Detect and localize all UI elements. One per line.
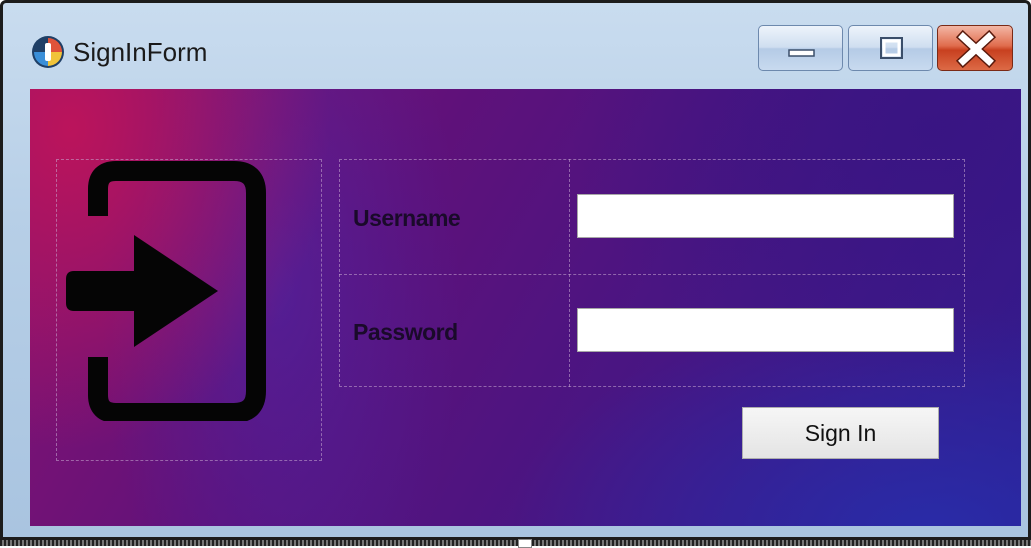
window-bottom-edge <box>0 540 1031 546</box>
maximize-icon <box>880 37 903 59</box>
sign-in-icon <box>66 161 266 421</box>
sign-in-button[interactable]: Sign In <box>742 407 939 459</box>
table-divider-vertical <box>569 159 570 387</box>
table-divider-horizontal <box>339 274 965 275</box>
username-label: Username <box>353 205 461 231</box>
password-label: Password <box>353 319 458 345</box>
minimize-button[interactable] <box>758 25 843 71</box>
close-button[interactable] <box>937 25 1013 71</box>
window-title: SignInForm <box>73 37 208 67</box>
signin-window: SignInForm Username Password Sign In <box>0 0 1031 540</box>
title-bar[interactable]: SignInForm <box>3 3 1028 83</box>
form-client-area: Username Password Sign In <box>30 89 1021 526</box>
close-icon <box>955 29 997 69</box>
resize-handle[interactable] <box>518 539 532 548</box>
maximize-button[interactable] <box>848 25 933 71</box>
username-input[interactable] <box>577 194 954 238</box>
minimize-icon <box>788 49 815 57</box>
app-logo-icon <box>32 36 64 68</box>
password-input[interactable] <box>577 308 954 352</box>
